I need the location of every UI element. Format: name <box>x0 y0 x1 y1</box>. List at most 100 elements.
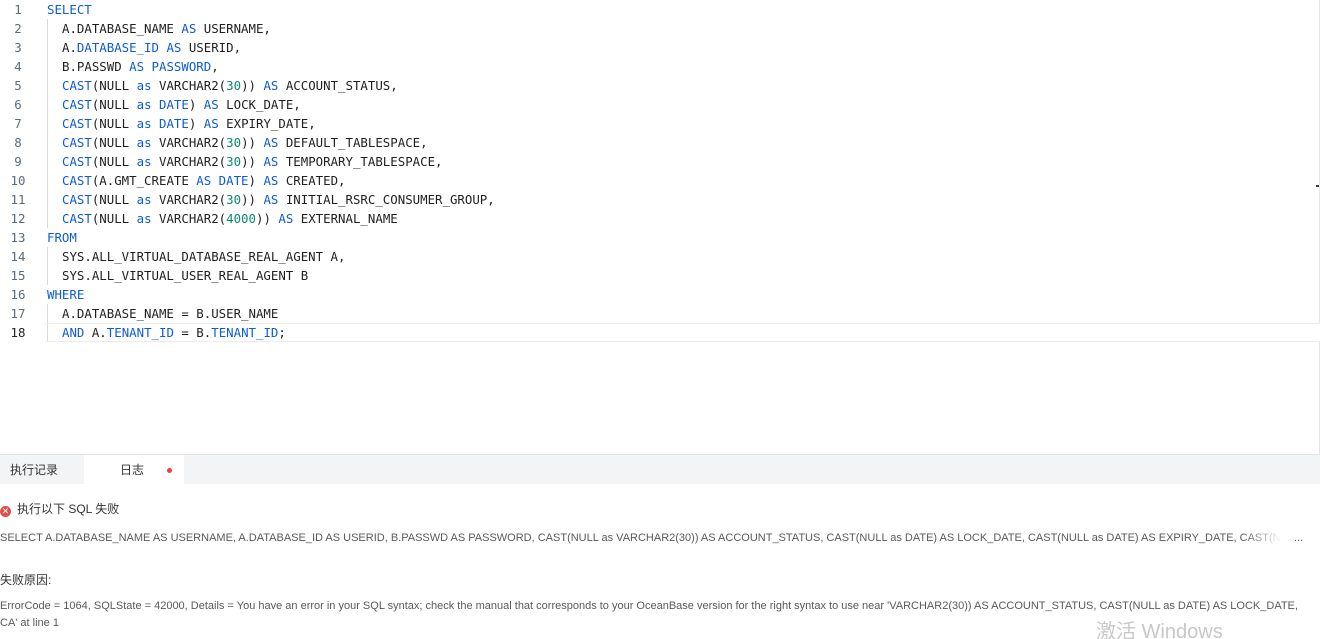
line-number: 5 <box>14 78 22 93</box>
indent-guide <box>47 247 48 266</box>
code-text: CAST(NULL as VARCHAR2(30)) AS ACCOUNT_ST… <box>62 76 398 95</box>
code-line[interactable]: 2 A.DATABASE_NAME AS USERNAME, <box>0 19 1320 38</box>
line-number: 18 <box>10 325 26 340</box>
code-line[interactable]: 5 CAST(NULL as VARCHAR2(30)) AS ACCOUNT_S… <box>0 76 1320 95</box>
sql-keyword: DATE <box>159 116 189 131</box>
expand-sql-button[interactable]: ... <box>1294 530 1303 546</box>
sql-keyword: AS <box>196 173 212 188</box>
line-number: 13 <box>10 230 26 245</box>
sql-keyword: DATE <box>159 97 189 112</box>
code-line[interactable]: 14 SYS.ALL_VIRTUAL_DATABASE_REAL_AGENT A, <box>0 247 1320 266</box>
code-line[interactable]: 13 FROM <box>0 228 1320 247</box>
windows-activation-watermark: 激活 Windows <box>1096 621 1223 639</box>
tab-execution-history[interactable]: 执行记录 <box>0 455 84 485</box>
sql-token: SYS.ALL_VIRTUAL_DATABASE_REAL_AGENT A, <box>62 249 346 264</box>
code-line[interactable]: 1 SELECT <box>0 0 1320 19</box>
sql-keyword: CAST <box>62 211 92 226</box>
sql-token: )) <box>255 211 279 226</box>
code-line[interactable]: 3 A.DATABASE_ID AS USERID, <box>0 38 1320 57</box>
code-text: CAST(NULL as VARCHAR2(4000)) AS EXTERNAL… <box>62 209 398 228</box>
sql-keyword: DATE <box>218 173 249 188</box>
sql-keyword: as <box>136 78 152 93</box>
sql-keyword: CAST <box>62 116 92 131</box>
sql-keyword: CAST <box>62 154 92 169</box>
failed-sql-text: SELECT A.DATABASE_NAME AS USERNAME, A.DA… <box>0 532 1282 544</box>
sql-token: )) <box>241 192 264 207</box>
code-line[interactable]: 6 CAST(NULL as DATE) AS LOCK_DATE, <box>0 95 1320 114</box>
indent-guide <box>47 114 48 133</box>
sql-keyword: TENANT_ID <box>211 325 279 340</box>
sql-token: (NULL <box>91 192 137 207</box>
line-number: 4 <box>14 59 22 74</box>
log-error-title: ✕ 执行以下 SQL 失败 <box>0 501 119 517</box>
sql-token: A. <box>62 40 77 55</box>
sql-token: (NULL <box>91 135 137 150</box>
sql-keyword: CAST <box>62 97 92 112</box>
sql-keyword: AS <box>263 154 279 169</box>
line-number: 16 <box>10 287 26 302</box>
line-number: 2 <box>14 21 22 36</box>
code-line[interactable]: 12 CAST(NULL as VARCHAR2(4000)) AS EXTERN… <box>0 209 1320 228</box>
code-line[interactable]: 10 CAST(A.GMT_CREATE AS DATE) AS CREATED, <box>0 171 1320 190</box>
line-number: 7 <box>14 116 22 131</box>
code-line[interactable]: 9 CAST(NULL as VARCHAR2(30)) AS TEMPORARY… <box>0 152 1320 171</box>
code-line[interactable]: 4 B.PASSWD AS PASSWORD, <box>0 57 1320 76</box>
code-text: AND A.TENANT_ID = B.TENANT_ID; <box>62 323 286 342</box>
sql-token: = B. <box>173 325 212 340</box>
code-line[interactable]: 18 AND A.TENANT_ID = B.TENANT_ID; <box>0 323 1320 342</box>
code-text: CAST(NULL as VARCHAR2(30)) AS DEFAULT_TA… <box>62 133 428 152</box>
sql-token: VARCHAR2( <box>151 211 227 226</box>
sql-token: USERNAME, <box>196 21 271 36</box>
code-text: A.DATABASE_ID AS USERID, <box>62 38 241 57</box>
sql-token: INITIAL_RSRC_CONSUMER_GROUP, <box>278 192 495 207</box>
sql-keyword: AS <box>263 173 279 188</box>
sql-token: , <box>211 59 219 74</box>
sql-keyword: AND <box>62 325 85 340</box>
sql-token: VARCHAR2( <box>151 154 227 169</box>
code-line[interactable]: 17 A.DATABASE_NAME = B.USER_NAME <box>0 304 1320 323</box>
indent-guide <box>47 95 48 114</box>
sql-keyword: AS <box>278 211 294 226</box>
sql-keyword: DATABASE_ID <box>76 40 159 55</box>
sql-token: DEFAULT_TABLESPACE, <box>278 135 428 150</box>
code-line[interactable]: 16 WHERE <box>0 285 1320 304</box>
sql-token: A. <box>84 325 107 340</box>
line-number: 11 <box>10 192 26 207</box>
code-lines[interactable]: 1 SELECT 2 A.DATABASE_NAME AS USERNAME, 3 A.D… <box>0 0 1320 342</box>
sql-keyword: PASSWORD <box>151 59 212 74</box>
code-line[interactable]: 8 CAST(NULL as VARCHAR2(30)) AS DEFAULT_T… <box>0 133 1320 152</box>
code-line[interactable]: 15 SYS.ALL_VIRTUAL_USER_REAL_AGENT B <box>0 266 1320 285</box>
sql-keyword: AS <box>263 135 279 150</box>
sql-keyword: AS <box>129 59 145 74</box>
line-number: 6 <box>14 97 22 112</box>
line-number: 3 <box>14 40 22 55</box>
sql-keyword: CAST <box>62 192 92 207</box>
sql-token: ; <box>278 325 286 340</box>
failed-sql[interactable]: SELECT A.DATABASE_NAME AS USERNAME, A.DA… <box>0 530 1320 546</box>
sql-editor[interactable]: 1 SELECT 2 A.DATABASE_NAME AS USERNAME, 3 A.D… <box>0 0 1320 454</box>
code-text: CAST(NULL as DATE) AS EXPIRY_DATE, <box>62 114 316 133</box>
sql-token: (NULL <box>91 211 137 226</box>
tab-log[interactable]: 日志 <box>84 455 184 485</box>
code-line[interactable]: 11 CAST(NULL as VARCHAR2(30)) AS INITIAL_… <box>0 190 1320 209</box>
sql-keyword: AS <box>263 78 279 93</box>
sql-keyword: CAST <box>62 173 92 188</box>
scrollbar-marker <box>1316 185 1319 187</box>
sql-token: EXTERNAL_NAME <box>293 211 398 226</box>
sql-token: SYS.ALL_VIRTUAL_USER_REAL_AGENT B <box>62 268 309 283</box>
code-line[interactable]: 7 CAST(NULL as DATE) AS EXPIRY_DATE, <box>0 114 1320 133</box>
indent-guide <box>47 133 48 152</box>
sql-token: A.DATABASE_NAME <box>62 21 182 36</box>
code-text: CAST(NULL as DATE) AS LOCK_DATE, <box>62 95 301 114</box>
sql-keyword: as <box>136 97 152 112</box>
line-number: 8 <box>14 135 22 150</box>
sql-keyword: as <box>136 116 152 131</box>
sql-token: LOCK_DATE, <box>218 97 301 112</box>
sql-token: (NULL <box>91 78 137 93</box>
sql-token: TEMPORARY_TABLESPACE, <box>278 154 443 169</box>
line-number: 10 <box>10 173 26 188</box>
code-text: B.PASSWD AS PASSWORD, <box>62 57 219 76</box>
